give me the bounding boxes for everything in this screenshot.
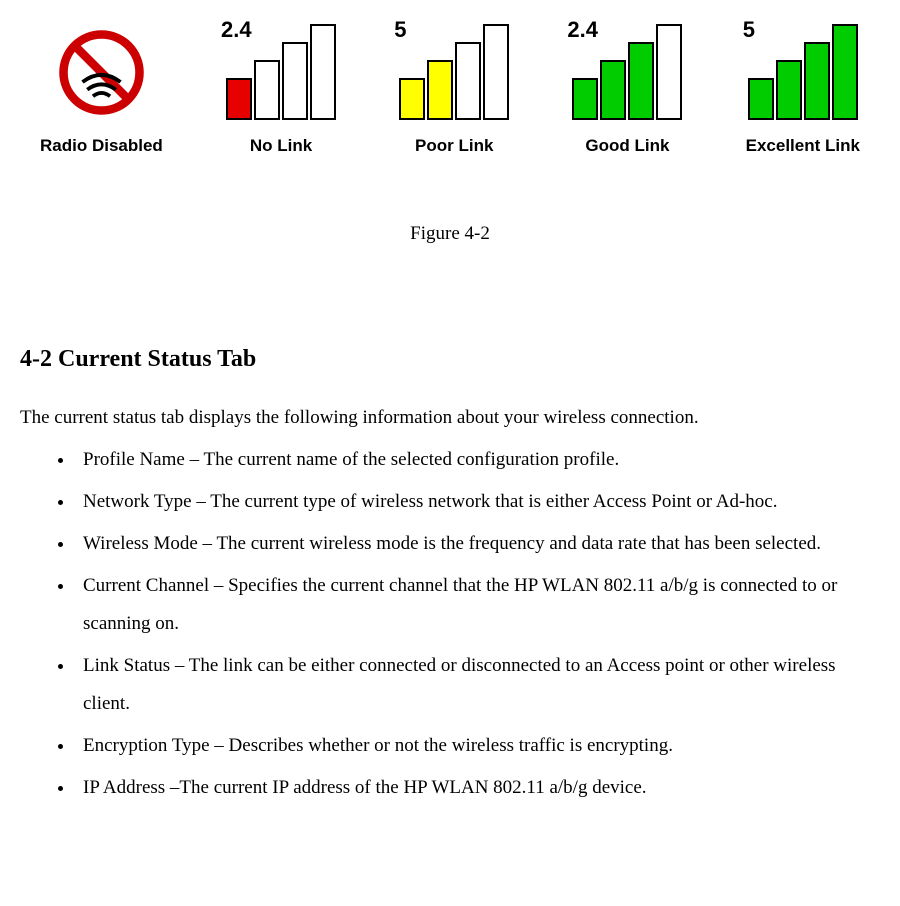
bars-good-link: 2.4 xyxy=(572,20,682,120)
band-label-poor: 5 xyxy=(394,12,406,47)
section-heading: 4-2 Current Status Tab xyxy=(20,340,880,378)
bars-poor-link: 5 xyxy=(399,20,509,120)
list-item: Profile Name – The current name of the s… xyxy=(75,441,880,479)
radio-disabled-icon xyxy=(54,25,149,120)
list-item: Encryption Type – Describes whether or n… xyxy=(75,727,880,765)
list-item: Link Status – The link can be either con… xyxy=(75,647,880,723)
caption-excellent-link: Excellent Link xyxy=(746,132,860,159)
bar-2-icon xyxy=(254,60,280,120)
bar-2-icon xyxy=(427,60,453,120)
list-item: Current Channel – Specifies the current … xyxy=(75,567,880,643)
icon-poor-link: 5 Poor Link xyxy=(399,20,509,159)
bars-no-link: 2.4 xyxy=(226,20,336,120)
icon-radio-disabled: Radio Disabled xyxy=(40,25,163,159)
bar-2-icon xyxy=(600,60,626,120)
bullet-list: Profile Name – The current name of the s… xyxy=(20,441,880,807)
signal-icons-row: Radio Disabled 2.4 No Link 5 Poor Link xyxy=(20,20,880,159)
bar-3-icon xyxy=(282,42,308,120)
bar-4-icon xyxy=(483,24,509,120)
bar-4-icon xyxy=(656,24,682,120)
bar-1-icon xyxy=(226,78,252,120)
list-item: Network Type – The current type of wirel… xyxy=(75,483,880,521)
bars-excellent-link: 5 xyxy=(748,20,858,120)
bar-1-icon xyxy=(748,78,774,120)
band-label-no-link: 2.4 xyxy=(221,12,252,47)
bar-1-icon xyxy=(572,78,598,120)
list-item: IP Address –The current IP address of th… xyxy=(75,769,880,807)
caption-good-link: Good Link xyxy=(585,132,669,159)
icon-excellent-link: 5 Excellent Link xyxy=(746,20,860,159)
bar-4-icon xyxy=(310,24,336,120)
intro-text: The current status tab displays the foll… xyxy=(20,403,880,433)
bar-1-icon xyxy=(399,78,425,120)
list-item: Wireless Mode – The current wireless mod… xyxy=(75,525,880,563)
caption-no-link: No Link xyxy=(250,132,312,159)
icon-no-link: 2.4 No Link xyxy=(226,20,336,159)
band-label-good: 2.4 xyxy=(567,12,598,47)
bar-3-icon xyxy=(804,42,830,120)
icon-good-link: 2.4 Good Link xyxy=(572,20,682,159)
bar-3-icon xyxy=(628,42,654,120)
caption-poor-link: Poor Link xyxy=(415,132,493,159)
figure-caption: Figure 4-2 xyxy=(20,219,880,249)
band-label-excellent: 5 xyxy=(743,12,755,47)
bar-2-icon xyxy=(776,60,802,120)
bar-3-icon xyxy=(455,42,481,120)
caption-radio-disabled: Radio Disabled xyxy=(40,132,163,159)
bar-4-icon xyxy=(832,24,858,120)
